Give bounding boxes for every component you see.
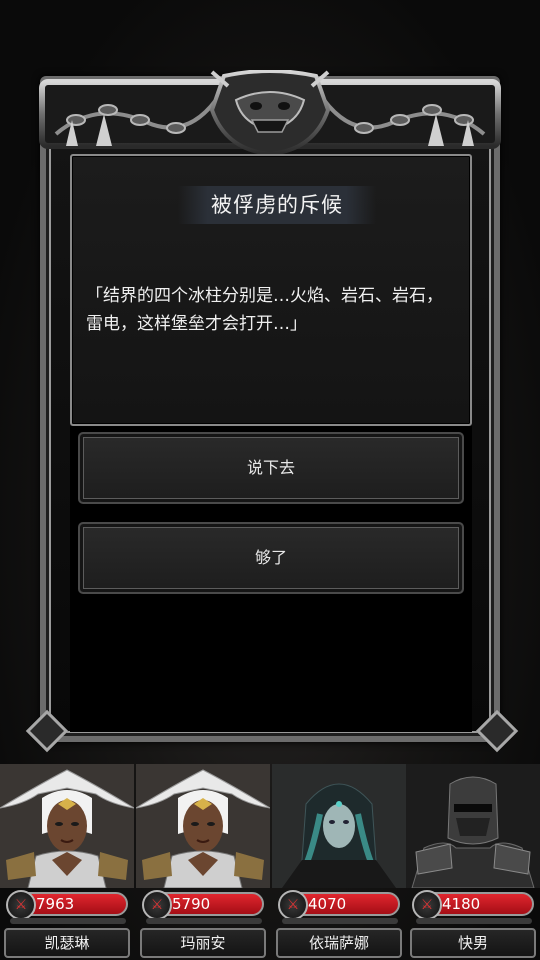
party-member[interactable]: ⚔ 7963 凯瑟琳 bbox=[0, 764, 134, 960]
sorceress-portrait-icon bbox=[272, 764, 406, 888]
hp-bar: ⚔ 4180 bbox=[412, 890, 534, 920]
party-member[interactable]: ⚔ 5790 玛丽安 bbox=[136, 764, 270, 960]
secondary-bar bbox=[10, 918, 126, 924]
priestess-portrait-icon bbox=[0, 764, 134, 888]
sword-icon: ⚔ bbox=[142, 890, 172, 920]
member-name: 凯瑟琳 bbox=[4, 928, 130, 958]
knight-portrait-icon bbox=[406, 764, 540, 888]
secondary-bar bbox=[416, 918, 532, 924]
hp-value: 5790 bbox=[172, 895, 211, 913]
hp-value: 4070 bbox=[308, 895, 347, 913]
sword-icon: ⚔ bbox=[6, 890, 36, 920]
dialog-text: 「结界的四个冰柱分别是…火焰、岩石、岩石，雷电，这样堡垒才会打开…」 bbox=[86, 286, 443, 334]
game-screen: 被俘虏的斥候 「结界的四个冰柱分别是…火焰、岩石、岩石，雷电，这样堡垒才会打开…… bbox=[0, 0, 540, 960]
party-member[interactable]: ⚔ 4180 快男 bbox=[406, 764, 540, 960]
member-name: 玛丽安 bbox=[140, 928, 266, 958]
hp-bar: ⚔ 7963 bbox=[6, 890, 128, 920]
hp-value: 4180 bbox=[442, 895, 481, 913]
dialog-title: 被俘虏的斥候 bbox=[178, 186, 376, 224]
secondary-bar bbox=[146, 918, 262, 924]
member-name: 快男 bbox=[410, 928, 536, 958]
secondary-bar bbox=[282, 918, 398, 924]
choice-enough-button[interactable]: 够了 bbox=[78, 522, 464, 594]
sword-icon: ⚔ bbox=[278, 890, 308, 920]
hp-value: 7963 bbox=[36, 895, 75, 913]
hp-bar: ⚔ 4070 bbox=[278, 890, 400, 920]
hp-bar: ⚔ 5790 bbox=[142, 890, 264, 920]
priestess-portrait-icon bbox=[136, 764, 270, 888]
sword-icon: ⚔ bbox=[412, 890, 442, 920]
member-name: 依瑞萨娜 bbox=[276, 928, 402, 958]
choice-continue-button[interactable]: 说下去 bbox=[78, 432, 464, 504]
ornate-frame-header bbox=[39, 70, 501, 156]
party-member[interactable]: ⚔ 4070 依瑞萨娜 bbox=[272, 764, 406, 960]
party-bar: ⚔ 7963 凯瑟琳 ⚔ 5790 玛丽安 ⚔ 4070 依瑞萨娜 ⚔ 4180… bbox=[0, 764, 540, 960]
